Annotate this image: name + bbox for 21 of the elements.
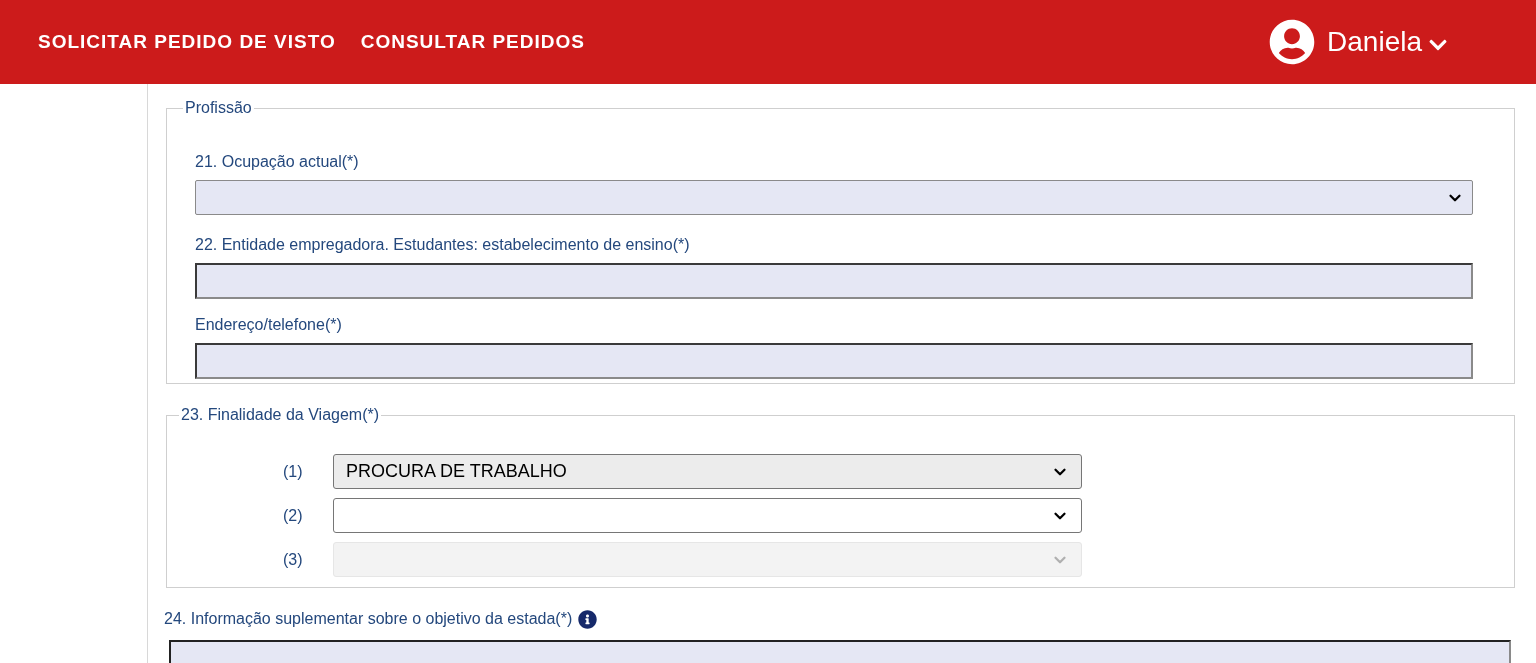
option-number: (1) (283, 461, 304, 482)
user-avatar-icon (1269, 19, 1316, 65)
user-menu-button[interactable]: Daniela (1327, 21, 1448, 63)
field-label: 22. Entidade empregadora. Estudantes: estabelecimento de ensino(*) (195, 235, 691, 255)
nav-link[interactable]: CONSULTAR PEDIDOS (360, 27, 585, 57)
nav-link[interactable]: SOLICITAR PEDIDO DE VISTO (38, 27, 336, 57)
field-label: 24. Informação suplementar sobre o objetivo da estada(*) (164, 609, 573, 629)
text-area[interactable] (169, 640, 1511, 663)
section-legend: Profissão (183, 96, 254, 120)
option-number: (3) (283, 549, 304, 570)
input-field[interactable] (195, 343, 1473, 379)
dropdown-field[interactable]: PROCURA DE TRABALHO (333, 454, 1082, 489)
dropdown-field[interactable] (333, 498, 1082, 533)
field-label: 21. Ocupação actual(*) (195, 152, 360, 172)
dropdown-field[interactable] (195, 180, 1473, 215)
option-number: (2) (283, 505, 304, 526)
field-label: Endereço/telefone(*) (195, 315, 343, 335)
input-field[interactable] (195, 263, 1473, 299)
info-icon[interactable] (578, 609, 598, 629)
dropdown-value: PROCURA DE TRABALHO (346, 460, 567, 483)
section-legend: 23. Finalidade da Viagem(*) (179, 403, 382, 427)
